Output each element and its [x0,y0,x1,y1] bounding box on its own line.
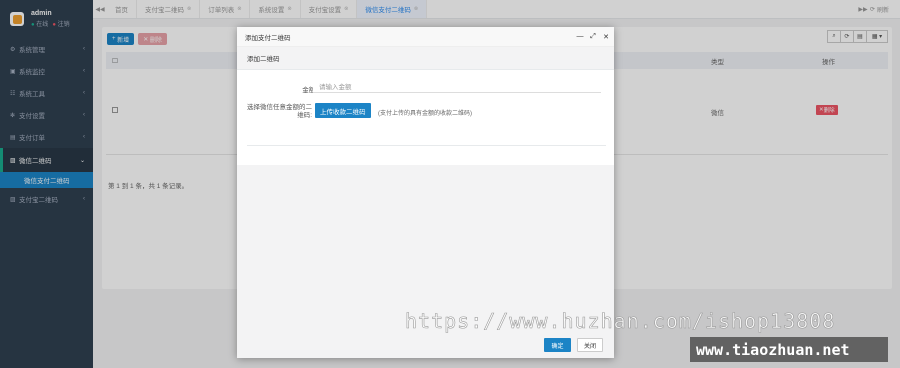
close-icon[interactable]: ✕ [601,33,611,41]
dialog-title: 添加支付二维码 [245,34,291,42]
dialog-header: 添加支付二维码 — ⤢ ✕ [237,27,614,47]
upload-qr-button[interactable]: 上传收款二维码 [315,103,371,118]
minimize-icon[interactable]: — [575,33,585,40]
confirm-button[interactable]: 确定 [544,338,571,352]
panel-title: 添加二维码 [237,47,614,70]
close-button[interactable]: 关闭 [577,338,603,352]
watermark-site: www.tiaozhuan.net [690,337,888,362]
amount-input[interactable]: 请输入金额 [313,79,601,93]
watermark-url: https://www.huzhan.com/ishop13808 [405,309,836,334]
qr-form: 金额: 请输入金额 选择微信任意金额的二维码: 上传收款二维码 (支付上传的具有… [247,76,606,146]
maximize-icon[interactable]: ⤢ [588,33,598,41]
qr-label: 选择微信任意金额的二维码: [247,104,312,119]
upload-hint: (支付上传的具有金额的收款二维码) [378,111,472,117]
